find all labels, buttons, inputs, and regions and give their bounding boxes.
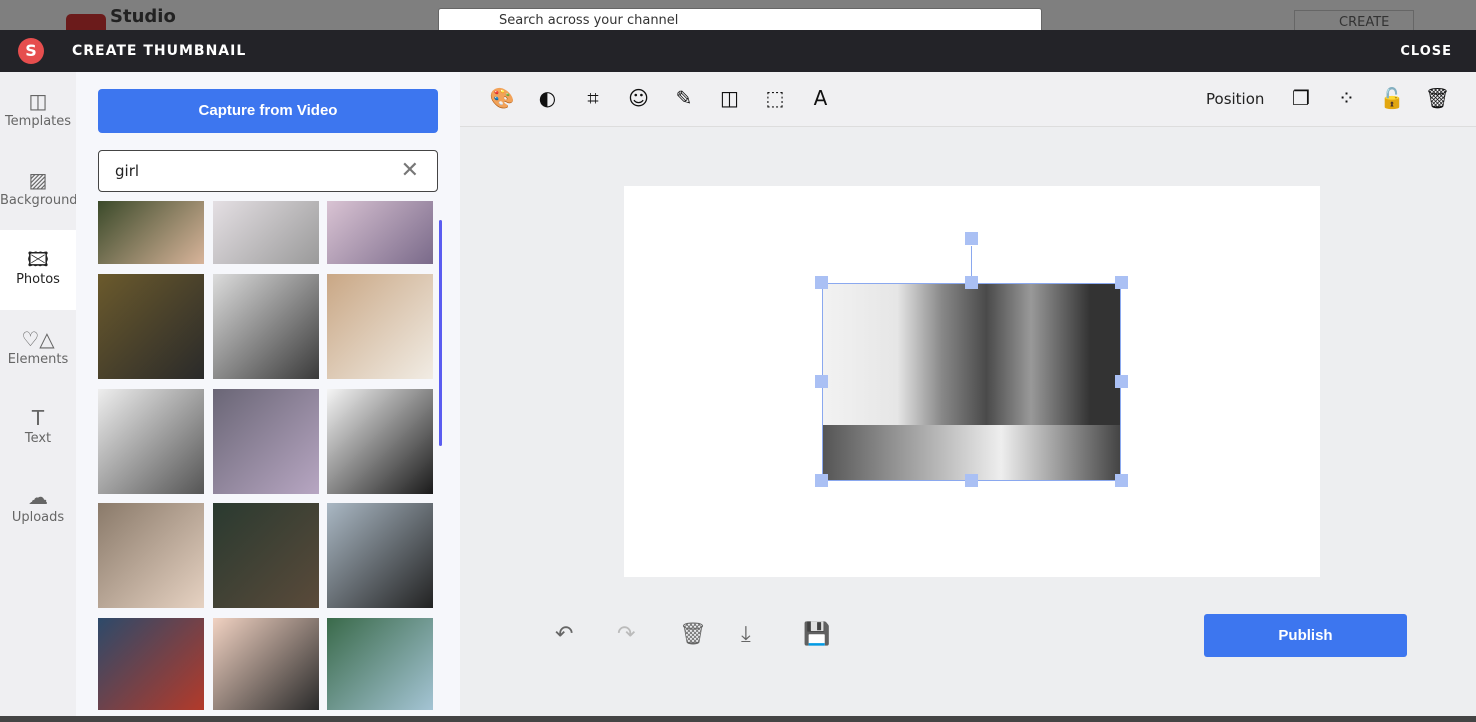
photo-thumbnail[interactable] xyxy=(98,618,204,710)
sidebar-item-templates[interactable]: ◫ Templates xyxy=(0,72,76,152)
sidebar-item-label: Templates xyxy=(4,114,72,129)
cloud-upload-icon: ☁ xyxy=(28,485,48,509)
brush-icon[interactable]: ✎ xyxy=(670,86,698,110)
download-icon[interactable]: ⤓ xyxy=(741,622,751,647)
layout-icon: ◫ xyxy=(28,89,48,113)
copy-icon[interactable]: ❐ xyxy=(1287,86,1315,110)
sidebar-item-elements[interactable]: ♡△ Elements xyxy=(0,310,76,390)
resize-handle[interactable] xyxy=(965,474,978,487)
unlock-icon[interactable]: 🔓 xyxy=(1378,86,1406,110)
background-app-overlay: Studio Search across your channel CREATE xyxy=(0,0,1476,30)
transparency-icon[interactable]: ⁘ xyxy=(1333,86,1361,110)
background-create-button: CREATE xyxy=(1294,10,1414,30)
studio-brand: Studio xyxy=(110,6,176,27)
palette-icon[interactable]: 🎨 xyxy=(488,86,516,110)
modal-title: CREATE THUMBNAIL xyxy=(72,43,247,59)
position-button[interactable]: Position xyxy=(1206,90,1264,108)
capture-from-video-button[interactable]: Capture from Video xyxy=(98,89,438,133)
sidebar-item-label: Elements xyxy=(7,352,69,367)
photo-thumbnail[interactable] xyxy=(213,618,319,710)
sidebar-item-label: Photos xyxy=(16,272,60,287)
photos-panel: Capture from Video girl ✕ xyxy=(76,72,460,716)
brightness-icon[interactable]: ◐ xyxy=(534,86,562,110)
background-bottom-strip xyxy=(0,716,1476,722)
publish-button[interactable]: Publish xyxy=(1204,614,1407,657)
search-value: girl xyxy=(115,162,140,180)
background-search: Search across your channel xyxy=(438,8,1042,30)
scrollbar[interactable] xyxy=(439,220,442,446)
photo-thumbnail[interactable] xyxy=(327,618,433,710)
sidebar-item-text[interactable]: T Text xyxy=(0,389,76,469)
resize-handle[interactable] xyxy=(965,232,978,245)
selected-photo[interactable] xyxy=(822,283,1121,481)
image-icon: 🖾 xyxy=(27,247,49,271)
photo-thumbnail[interactable] xyxy=(98,503,204,608)
select-area-icon[interactable]: ⬚ xyxy=(761,86,789,110)
photo-thumbnail[interactable] xyxy=(98,201,204,264)
app-logo: S xyxy=(18,38,44,64)
photo-search-input[interactable]: girl ✕ xyxy=(98,150,438,192)
photo-thumbnail[interactable] xyxy=(327,389,433,494)
sidebar-item-uploads[interactable]: ☁ Uploads xyxy=(0,468,76,548)
save-icon[interactable]: 💾 xyxy=(803,622,830,647)
sidebar-item-photos[interactable]: 🖾 Photos xyxy=(0,230,76,310)
face-icon[interactable]: ☺ xyxy=(625,86,653,110)
sidebar-item-label: Background xyxy=(0,193,76,208)
flip-icon[interactable]: ◫ xyxy=(716,86,744,110)
sidebar-item-label: Uploads xyxy=(11,510,65,525)
resize-handle[interactable] xyxy=(965,276,978,289)
text-color-icon[interactable]: A xyxy=(807,86,835,110)
sidebar: ◫ Templates ▨ Background 🖾 Photos ♡△ Elements T T… xyxy=(0,72,76,716)
resize-handle[interactable] xyxy=(815,276,828,289)
resize-handle[interactable] xyxy=(815,474,828,487)
text-icon: T xyxy=(31,406,45,430)
resize-handle[interactable] xyxy=(815,375,828,388)
delete-icon[interactable]: 🗑 xyxy=(679,622,707,647)
photo-thumbnail[interactable] xyxy=(98,274,204,379)
photo-thumbnail[interactable] xyxy=(213,503,319,608)
redo-icon[interactable]: ↷ xyxy=(617,622,635,647)
resize-handle[interactable] xyxy=(1115,276,1128,289)
photo-thumbnail[interactable] xyxy=(327,274,433,379)
photo-thumbnail[interactable] xyxy=(213,201,319,264)
resize-handle[interactable] xyxy=(1115,474,1128,487)
photo-thumbnail[interactable] xyxy=(327,201,433,264)
photo-thumbnail[interactable] xyxy=(98,389,204,494)
close-icon[interactable]: ✕ xyxy=(401,151,419,191)
photo-thumbnail[interactable] xyxy=(213,389,319,494)
photo-thumbnail[interactable] xyxy=(213,274,319,379)
resize-handle[interactable] xyxy=(1115,375,1128,388)
stripes-icon: ▨ xyxy=(28,168,48,192)
delete-icon[interactable]: 🗑 xyxy=(1424,86,1452,110)
sidebar-item-background[interactable]: ▨ Background xyxy=(0,151,76,231)
shapes-icon: ♡△ xyxy=(21,327,55,351)
modal-header: S CREATE THUMBNAIL CLOSE xyxy=(0,30,1476,72)
close-button[interactable]: CLOSE xyxy=(1400,44,1452,59)
crop-icon[interactable]: ⌗ xyxy=(579,86,607,110)
undo-icon[interactable]: ↶ xyxy=(555,622,573,647)
toolbar: Position 🎨 ◐ ⌗ ☺ ✎ ◫ ⬚ A ❐ ⁘ 🔓 🗑 xyxy=(460,72,1476,127)
photo-thumbnail[interactable] xyxy=(327,503,433,608)
sidebar-item-label: Text xyxy=(24,431,52,446)
youtube-logo xyxy=(66,14,106,30)
